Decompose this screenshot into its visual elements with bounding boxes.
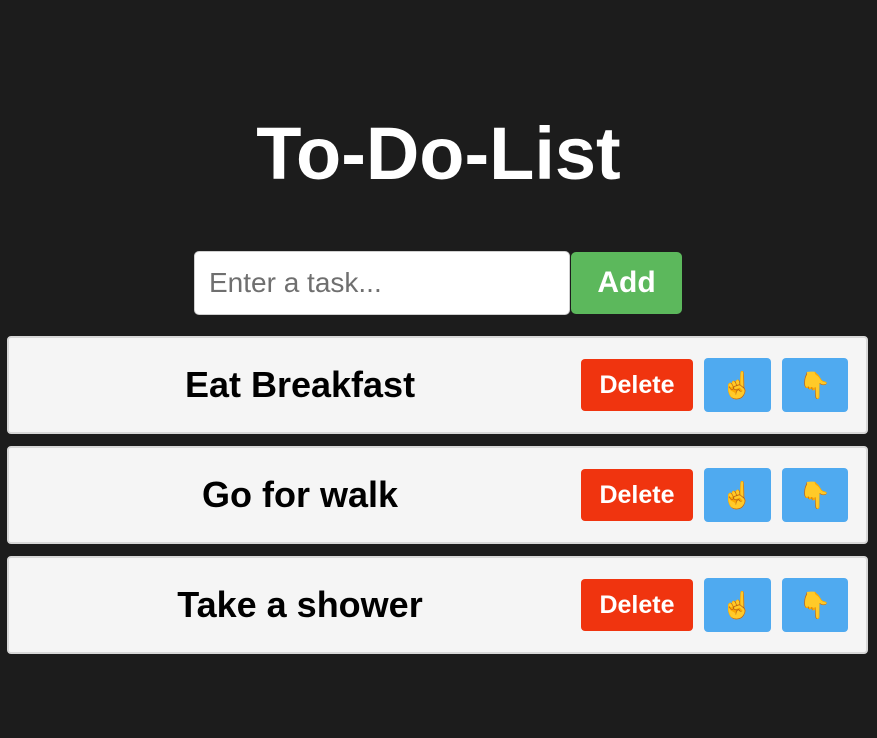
move-down-button[interactable]: 👇 — [782, 358, 848, 412]
task-text: Go for walk — [201, 474, 399, 515]
task-text: Take a shower — [177, 584, 423, 625]
pointing-down-hand-icon: 👇 — [798, 479, 832, 510]
page-title: To-Do-List — [256, 112, 621, 195]
delete-button[interactable]: Delete — [581, 359, 693, 411]
task-input-row: Add — [194, 251, 682, 315]
task-item: Eat Breakfast Delete ☝️ 👇 — [7, 336, 868, 434]
task-text: Eat Breakfast — [184, 364, 416, 405]
task-list: Eat Breakfast Delete ☝️ 👇 Go for walk De… — [7, 336, 868, 666]
todo-app: To-Do-List Add Eat Breakfast Delete ☝️ 👇… — [0, 0, 877, 738]
pointing-down-hand-icon: 👇 — [798, 369, 832, 400]
pointing-up-hand-icon: ☝️ — [721, 479, 754, 510]
task-item: Take a shower Delete ☝️ 👇 — [7, 556, 868, 654]
pointing-down-hand-icon: 👇 — [798, 589, 832, 620]
pointing-up-hand-icon: ☝️ — [721, 589, 754, 620]
move-up-button[interactable]: ☝️ — [704, 358, 771, 412]
move-up-button[interactable]: ☝️ — [704, 468, 771, 522]
move-up-button[interactable]: ☝️ — [704, 578, 771, 632]
task-item: Go for walk Delete ☝️ 👇 — [7, 446, 868, 544]
delete-button[interactable]: Delete — [581, 579, 693, 631]
delete-button[interactable]: Delete — [581, 469, 693, 521]
add-button[interactable]: Add — [571, 252, 682, 314]
move-down-button[interactable]: 👇 — [782, 578, 848, 632]
pointing-up-hand-icon: ☝️ — [721, 369, 754, 400]
task-input[interactable] — [194, 251, 570, 315]
move-down-button[interactable]: 👇 — [782, 468, 848, 522]
